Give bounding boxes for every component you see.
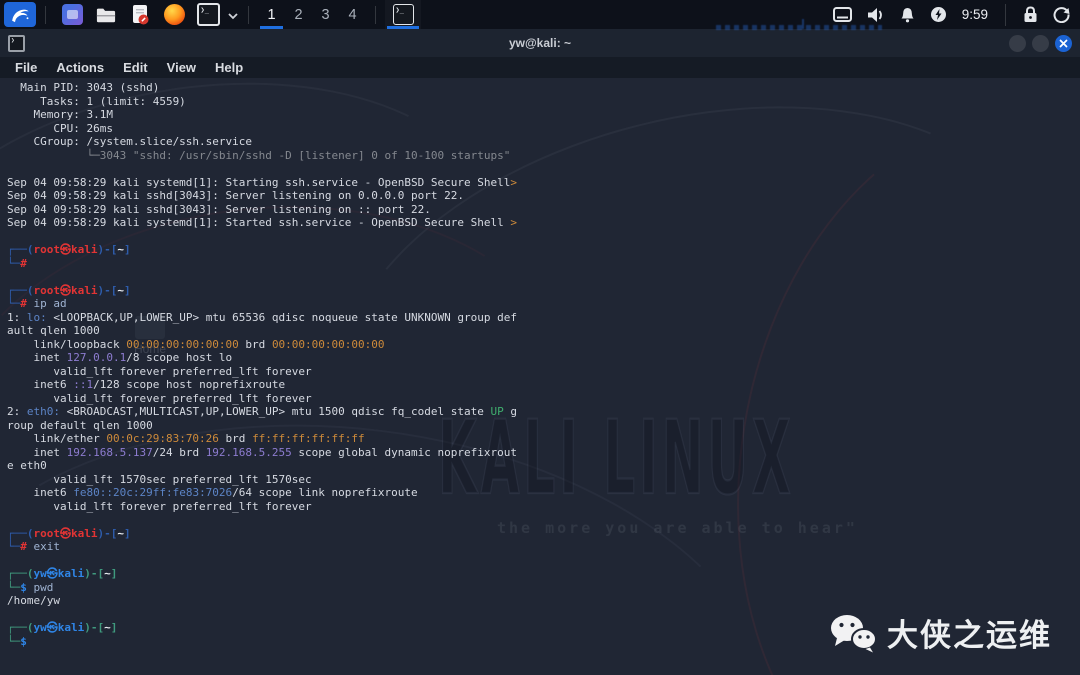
workspace-3[interactable]: 3 <box>312 0 339 29</box>
workspace-label: 1 <box>267 6 276 23</box>
panel-watermark-scribble <box>716 19 882 30</box>
screen-lock-icon[interactable] <box>1023 6 1038 23</box>
terminal-line: inet6 fe80::20c:29ff:fe83:7026/64 scope … <box>7 486 418 499</box>
workspace-2[interactable]: 2 <box>285 0 312 29</box>
terminal-line: ┌──(yw㉿kali)-[~] <box>7 567 118 580</box>
window-titlebar[interactable]: ❯ yw@kali: ~ <box>0 29 1080 57</box>
channel-watermark: 大侠之运维 <box>829 610 1052 655</box>
menu-file[interactable]: File <box>15 60 37 75</box>
workspace-label: 3 <box>321 6 330 23</box>
workspace-4[interactable]: 4 <box>339 0 366 29</box>
menu-help[interactable]: Help <box>215 60 243 75</box>
active-workspace-underline <box>260 26 283 29</box>
terminal-line: └─$ pwd <box>7 580 54 594</box>
panel-separator <box>248 5 249 24</box>
terminal-line: inet 127.0.0.1/8 scope host lo <box>7 351 233 364</box>
panel-left-group: ❯_ 1 2 3 4 ❯_ <box>4 0 421 29</box>
workspace-label: 2 <box>294 6 303 23</box>
applications-menu-button[interactable] <box>4 2 36 27</box>
menu-edit[interactable]: Edit <box>123 60 148 75</box>
terminal-line: └─# exit <box>7 540 60 553</box>
maximize-button[interactable] <box>1032 34 1049 52</box>
terminal-line: Tasks: 1 (limit: 4559) <box>7 94 186 108</box>
terminal-line: valid_lft forever preferred_lft forever <box>7 499 312 513</box>
wechat-icon <box>829 613 877 653</box>
terminal-window: ❯ yw@kali: ~ File Actions Edit View Help <box>0 29 1080 675</box>
window-menubar: File Actions Edit View Help <box>0 57 1080 78</box>
display-settings-icon[interactable] <box>832 6 852 23</box>
terminal-output: Main PID: 3043 (sshd) Tasks: 1 (limit: 4… <box>0 78 1080 648</box>
terminal-line: 1: lo: <LOOPBACK,UP,LOWER_UP> mtu 65536 … <box>7 310 517 324</box>
terminal-line: CPU: 26ms <box>7 121 113 135</box>
terminal-line: inet 192.168.5.137/24 brd 192.168.5.255 … <box>7 445 517 459</box>
terminal-line: valid_lft forever preferred_lft forever <box>7 391 312 405</box>
power-manager-icon[interactable] <box>930 6 947 23</box>
terminal-launcher[interactable]: ❯_ <box>195 2 221 28</box>
file-manager-icon <box>61 4 83 25</box>
terminal-line: link/loopback 00:00:00:00:00:00 brd 00:0… <box>7 337 385 351</box>
terminal-line: /home/yw <box>7 594 60 607</box>
panel-clock[interactable]: 9:59 <box>962 7 988 22</box>
firefox-icon <box>163 4 185 25</box>
terminal-line: Sep 04 09:58:29 kali sshd[3043]: Server … <box>7 189 464 202</box>
close-icon <box>1059 39 1068 48</box>
terminal-line: ┌──(root㉿kali)-[~] <box>7 283 131 297</box>
top-panel: ❯_ 1 2 3 4 ❯_ 9:59 <box>0 0 1080 29</box>
panel-separator <box>45 5 46 24</box>
terminal-icon: ❯_ <box>196 3 220 26</box>
terminal-line: Sep 04 09:58:29 kali systemd[1]: Started… <box>7 216 517 229</box>
close-button[interactable] <box>1055 34 1072 52</box>
text-editor-launcher[interactable] <box>127 2 153 28</box>
text-editor-icon <box>130 4 150 26</box>
minimize-button[interactable] <box>1009 34 1026 52</box>
notifications-bell-icon[interactable] <box>900 7 915 23</box>
terminal-line: roup default qlen 1000 <box>7 418 153 432</box>
taskbar-item-terminal[interactable]: ❯_ <box>385 0 421 29</box>
terminal-line: valid_lft forever preferred_lft forever <box>7 364 312 378</box>
terminal-line: └─# ip ad <box>7 297 67 310</box>
terminal-line: ault qlen 1000 <box>7 324 100 337</box>
file-manager-launcher[interactable] <box>59 2 85 28</box>
menu-actions[interactable]: Actions <box>56 60 104 75</box>
menu-view[interactable]: View <box>167 60 196 75</box>
terminal-line: Main PID: 3043 (sshd) <box>7 81 160 94</box>
terminal-line: 2: eth0: <BROADCAST,MULTICAST,UP,LOWER_U… <box>7 405 517 418</box>
watermark-text: 大侠之运维 <box>887 618 1052 654</box>
panel-separator <box>1005 3 1006 26</box>
terminal-viewport[interactable]: KALI LINUX the more you are able to hear… <box>0 78 1080 675</box>
terminal-line: CGroup: /system.slice/ssh.service <box>7 135 253 148</box>
kali-dragon-icon <box>10 6 30 24</box>
terminal-line: ┌──(root㉿kali)-[~] <box>7 526 131 540</box>
session-menu-icon[interactable] <box>1053 6 1070 23</box>
window-controls <box>1009 34 1072 52</box>
volume-icon[interactable] <box>867 7 885 23</box>
folder-icon <box>95 5 117 25</box>
terminal-line: Sep 04 09:58:29 kali systemd[1]: Startin… <box>7 175 517 189</box>
terminal-line: inet6 ::1/128 scope host noprefixroute <box>7 378 286 391</box>
terminal-line: ┌──(root㉿kali)-[~] <box>7 243 131 256</box>
terminal-line: └─3043 "sshd: /usr/sbin/sshd -D [listene… <box>7 148 511 162</box>
terminal-line: Memory: 3.1M <box>7 108 113 121</box>
terminal-launcher-dropdown[interactable] <box>227 12 239 20</box>
panel-separator <box>375 5 376 24</box>
terminal-line: link/ether 00:0c:29:83:70:26 brd ff:ff:f… <box>7 432 365 445</box>
window-title: yw@kali: ~ <box>508 36 572 50</box>
active-task-underline <box>387 26 419 29</box>
terminal-window-icon: ❯_ <box>392 4 414 25</box>
terminal-line: e eth0 <box>7 459 47 472</box>
terminal-line: └─# <box>7 256 27 270</box>
terminal-line: Sep 04 09:58:29 kali sshd[3043]: Server … <box>7 202 431 216</box>
chevron-down-icon <box>227 12 239 20</box>
firefox-launcher[interactable] <box>161 2 187 28</box>
workspace-label: 4 <box>348 6 357 23</box>
terminal-line: valid_lft 1570sec preferred_lft 1570sec <box>7 472 312 486</box>
folder-launcher[interactable] <box>93 2 119 28</box>
workspace-1[interactable]: 1 <box>258 0 285 29</box>
